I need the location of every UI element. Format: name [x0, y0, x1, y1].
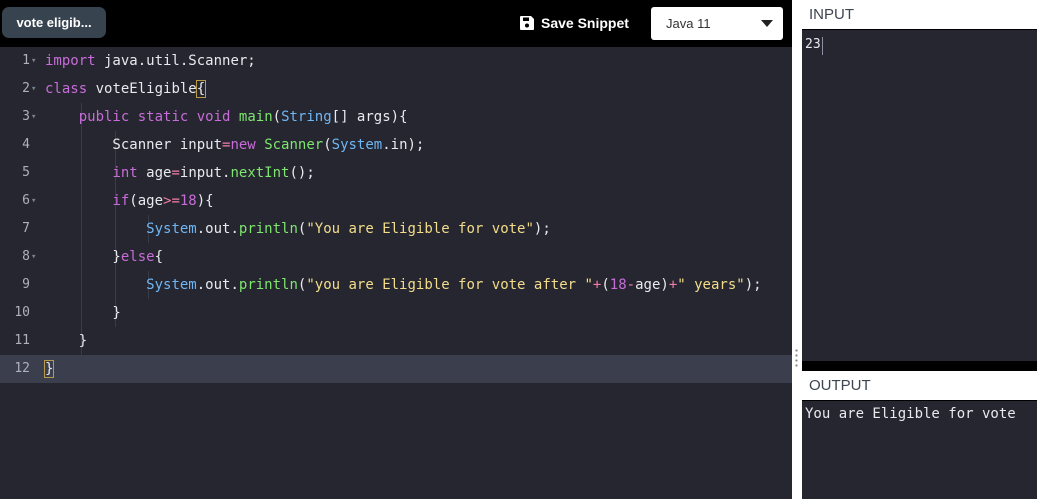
- code-editor-pane: vote eligib... Save Snippet Java 11 1 ▾ im…: [0, 0, 792, 499]
- code-line[interactable]: 8 ▾ }else{: [0, 243, 792, 271]
- line-number: 1: [22, 53, 30, 68]
- line-number: 9: [22, 277, 30, 292]
- editor-toolbar: vote eligib... Save Snippet Java 11: [0, 0, 792, 47]
- fold-toggle-icon[interactable]: ▾: [31, 47, 36, 75]
- line-number: 7: [22, 221, 30, 236]
- language-select[interactable]: Java 11: [651, 7, 783, 40]
- code-text: import java.util.Scanner;: [45, 53, 256, 69]
- code-text: }else{: [45, 249, 164, 265]
- line-number: 5: [22, 165, 30, 180]
- drag-handle-icon: [795, 348, 798, 368]
- code-line[interactable]: 2 ▾ class voteEligible{: [0, 75, 792, 103]
- code-line[interactable]: 11 }: [0, 327, 792, 355]
- code-text: System.out.println("you are Eligible for…: [146, 277, 762, 293]
- code-line[interactable]: 4 Scanner input=new Scanner(System.in);: [0, 131, 792, 159]
- code-text: Scanner input=new Scanner(System.in);: [45, 137, 425, 153]
- line-number: 6: [22, 193, 30, 208]
- line-number: 8: [22, 249, 30, 264]
- fold-toggle-icon[interactable]: ▾: [31, 187, 36, 215]
- code-line[interactable]: 9 System.out.println("you are Eligible f…: [0, 271, 792, 299]
- chevron-down-icon: [761, 20, 773, 27]
- input-panel-title: INPUT: [802, 0, 1037, 29]
- input-value: 23: [805, 37, 821, 52]
- line-number: 2: [22, 81, 30, 96]
- fold-toggle-icon[interactable]: ▾: [31, 243, 36, 271]
- output-value: You are Eligible for vote: [805, 406, 1016, 422]
- code-line[interactable]: 6 ▾ if(age>=18){: [0, 187, 792, 215]
- save-snippet-label: Save Snippet: [541, 15, 629, 31]
- output-panel-title: OUTPUT: [802, 371, 1037, 400]
- code-text: int age=input.nextInt();: [112, 165, 315, 181]
- code-line[interactable]: 5 int age=input.nextInt();: [0, 159, 792, 187]
- fold-toggle-icon[interactable]: ▾: [31, 75, 36, 103]
- line-number: 10: [14, 305, 30, 320]
- fold-toggle-icon[interactable]: ▾: [31, 103, 36, 131]
- code-line[interactable]: 7 System.out.println("You are Eligible f…: [0, 215, 792, 243]
- code-text: class voteEligible{: [45, 80, 207, 98]
- code-line[interactable]: 1 ▾ import java.util.Scanner;: [0, 47, 792, 75]
- code-text: public static void main(String[] args){: [78, 109, 408, 125]
- code-text: }: [43, 360, 55, 378]
- line-number: 11: [14, 333, 30, 348]
- line-number: 3: [22, 109, 30, 124]
- input-textarea[interactable]: 23: [802, 30, 1037, 361]
- code-text: if(age>=18){: [112, 193, 214, 209]
- code-text: System.out.println("You are Eligible for…: [146, 221, 551, 237]
- text-cursor: [822, 37, 823, 55]
- code-line[interactable]: 10 }: [0, 299, 792, 327]
- code-text: }: [45, 305, 121, 321]
- save-snippet-button[interactable]: Save Snippet: [519, 12, 629, 34]
- file-name-tab[interactable]: vote eligib...: [2, 7, 106, 38]
- code-area[interactable]: 1 ▾ import java.util.Scanner; 2 ▾ class voteE…: [0, 47, 792, 499]
- code-line[interactable]: 12}: [0, 355, 792, 383]
- line-number: 4: [22, 137, 30, 152]
- code-line[interactable]: 3 ▾ public static void main(String[] args…: [0, 103, 792, 131]
- line-number: 12: [14, 361, 30, 376]
- output-console: You are Eligible for vote: [802, 401, 1037, 499]
- code-text: }: [45, 333, 88, 349]
- pane-splitter[interactable]: [792, 0, 802, 499]
- language-select-value: Java 11: [666, 16, 711, 31]
- floppy-disk-icon: [519, 15, 535, 31]
